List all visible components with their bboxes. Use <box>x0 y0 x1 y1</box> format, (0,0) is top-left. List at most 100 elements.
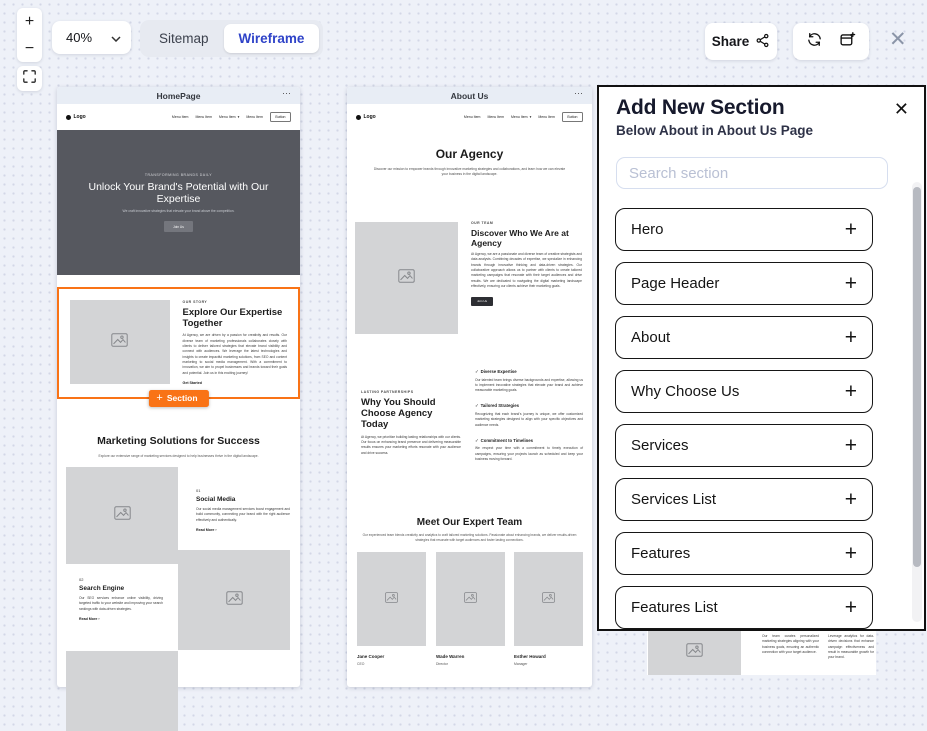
plus-icon[interactable]: + <box>845 219 857 240</box>
image-placeholder-icon <box>111 332 128 352</box>
plus-icon[interactable]: + <box>845 435 857 456</box>
logo: Logo <box>66 114 86 120</box>
image-placeholder <box>66 467 178 564</box>
share-button[interactable]: Share <box>705 23 777 60</box>
page-menu-icon[interactable]: ⋯ <box>282 88 292 99</box>
zoom-controls: + − <box>17 8 42 62</box>
refresh-button[interactable] <box>806 31 823 53</box>
team-card: Wade Warren Director <box>436 552 505 666</box>
add-section-button[interactable]: + Section <box>148 389 209 407</box>
story-link: Get Started <box>182 381 202 386</box>
section-option-hero[interactable]: Hero + <box>615 208 873 251</box>
team-card: Esther Howard Manager <box>514 552 583 666</box>
read-more-link: Read More › <box>196 527 217 532</box>
who-we-are-section: OUR TEAM Discover Who We Are at Agency A… <box>471 221 582 307</box>
close-builder-button[interactable]: ✕ <box>889 29 907 50</box>
page-title-bar[interactable]: About Us ⋯ <box>347 87 592 104</box>
zoom-out-button[interactable]: − <box>17 35 42 62</box>
nav-button: Button <box>269 112 291 122</box>
wireframe-navbar: Logo Menu Item Menu Item Menu Item ▾ Men… <box>347 104 592 130</box>
image-placeholder-icon <box>686 642 703 662</box>
nav-menu: Menu Item Menu Item Menu Item ▾ Menu Ite… <box>464 112 583 122</box>
section-option-features-list[interactable]: Features List + <box>615 586 873 629</box>
section-option-why-choose-us[interactable]: Why Choose Us + <box>615 370 873 413</box>
page-title-bar[interactable]: HomePage ⋯ <box>57 87 300 104</box>
nav-item: Menu Item <box>463 115 481 119</box>
fit-view-button[interactable] <box>17 66 42 91</box>
read-more-link: Read More › <box>79 616 100 621</box>
plus-icon[interactable]: + <box>845 381 857 402</box>
hero-eyebrow: TRANSFORMING BRANDS DAILY <box>144 172 213 177</box>
page-menu-icon[interactable]: ⋯ <box>574 88 584 99</box>
tab-sitemap[interactable]: Sitemap <box>144 24 224 53</box>
team-subtext: Our experienced team blends creativity a… <box>362 533 577 543</box>
marketing-subtext: Explore our extensive range of marketing… <box>98 454 259 458</box>
marketing-section: Marketing Solutions for Success Explore … <box>57 410 300 731</box>
image-placeholder-icon <box>542 590 555 608</box>
hero-section: TRANSFORMING BRANDS DAILY Unlock Your Br… <box>57 130 300 275</box>
plus-icon: + <box>156 391 163 404</box>
share-button-label: Share <box>711 34 750 49</box>
page-title: HomePage <box>156 90 201 101</box>
page-card-homepage: HomePage ⋯ Logo Menu Item Menu Item Menu… <box>57 87 300 731</box>
hero-subtext: We craft innovative strategies that elev… <box>122 209 235 214</box>
plus-icon[interactable]: + <box>845 327 857 348</box>
search-section-input[interactable] <box>616 157 888 189</box>
new-board-button[interactable] <box>839 31 856 53</box>
plus-icon[interactable]: + <box>845 273 857 294</box>
view-mode-tabs: Sitemap Wireframe <box>140 20 324 57</box>
zoom-level-value: 40% <box>66 30 93 45</box>
image-placeholder-icon <box>113 506 131 525</box>
page-card-partial: Our team curates personalized marketing … <box>647 628 876 675</box>
image-placeholder <box>66 651 178 731</box>
zoom-level-select[interactable]: 40% <box>52 21 131 54</box>
check-item: ✓ Commitment to Timelines We respect your… <box>475 437 583 462</box>
marketing-heading: Marketing Solutions for Success <box>97 435 260 447</box>
image-placeholder <box>648 629 741 675</box>
marketing-item: 02 Search Engine Our SEO services enhanc… <box>79 577 163 621</box>
story-text: OUR STORY Explore Our Expertise Together… <box>183 300 287 386</box>
check-icon: ✓ <box>475 403 479 409</box>
nav-item: Menu Item <box>511 115 528 119</box>
tab-wireframe[interactable]: Wireframe <box>223 24 320 53</box>
partial-text: Leverage analytics for data-driven decis… <box>828 634 874 660</box>
section-list: Hero + Page Header + About + Why Choose Us +… <box>615 208 873 629</box>
nav-button: Button <box>561 112 583 122</box>
panel-close-button[interactable]: ✕ <box>894 99 909 120</box>
plus-icon[interactable]: + <box>845 543 857 564</box>
minus-icon: − <box>24 39 35 57</box>
selected-section-story[interactable]: OUR STORY Explore Our Expertise Together… <box>57 287 300 407</box>
close-icon: ✕ <box>889 28 907 51</box>
check-icon: ✓ <box>475 437 479 443</box>
hero-button: Join Us <box>164 221 193 233</box>
image-placeholder-icon <box>398 268 415 288</box>
image-placeholder <box>178 550 290 650</box>
section-option-services[interactable]: Services + <box>615 424 873 467</box>
logo: Logo <box>356 114 376 120</box>
panel-scrollbar-thumb[interactable] <box>913 187 921 567</box>
section-option-about[interactable]: About + <box>615 316 873 359</box>
arrow-right-icon: › <box>98 616 100 621</box>
image-placeholder-icon <box>385 590 398 608</box>
panel-subtitle: Below About in About Us Page <box>616 123 813 138</box>
image-placeholder-icon <box>225 590 243 610</box>
share-icon <box>755 33 770 51</box>
why-choose-checklist: ✓ Diverse Expertise Our talented team bri… <box>475 369 583 462</box>
section-option-features[interactable]: Features + <box>615 532 873 575</box>
nav-item: Menu Item <box>171 115 189 119</box>
plus-icon[interactable]: + <box>845 597 857 618</box>
wireframe-navbar: Logo Menu Item Menu Item Menu Item ▾ Men… <box>57 104 300 130</box>
section-option-services-list[interactable]: Services List + <box>615 478 873 521</box>
section-option-page-header[interactable]: Page Header + <box>615 262 873 305</box>
nav-item: Menu Item <box>538 115 555 119</box>
plus-icon: + <box>24 12 35 30</box>
zoom-in-button[interactable]: + <box>17 8 42 35</box>
nav-item: Menu Item <box>195 115 213 119</box>
plus-icon[interactable]: + <box>845 489 857 510</box>
story-eyebrow: OUR STORY <box>182 300 208 304</box>
page-title: About Us <box>450 90 489 101</box>
add-section-label: Section <box>166 393 198 403</box>
check-item: ✓ Diverse Expertise Our talented team bri… <box>475 369 583 393</box>
nav-item: Menu Item <box>487 115 505 119</box>
team-card: Jane Cooper CEO <box>357 552 426 666</box>
